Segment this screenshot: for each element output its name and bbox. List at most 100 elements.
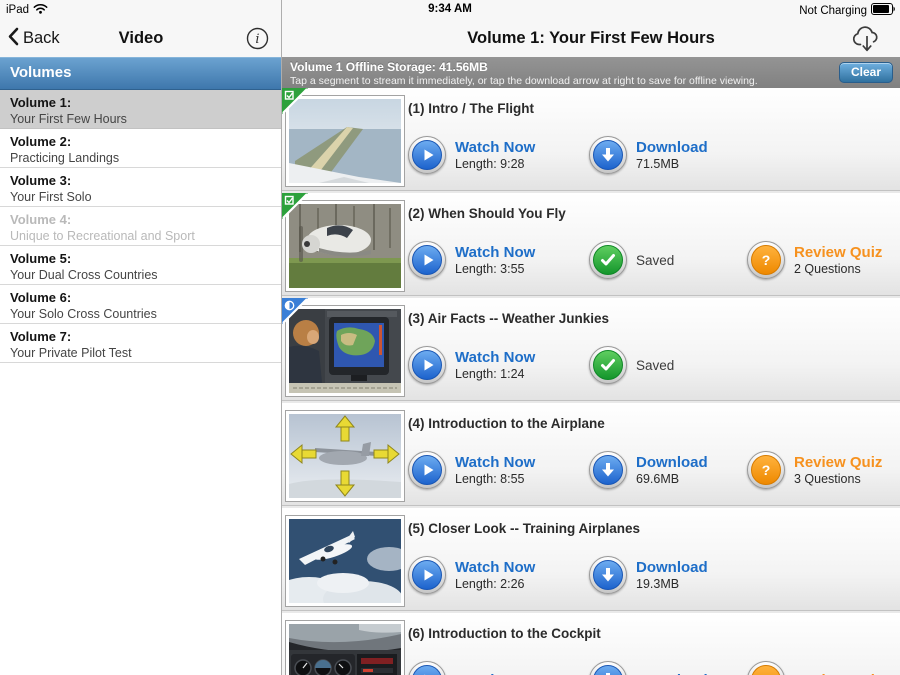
sidebar-item-volume-3[interactable]: Volume 3: Your First Solo (0, 168, 281, 207)
svg-text:i: i (255, 32, 259, 47)
quiz-label: Review Quiz (794, 454, 882, 471)
segment-title: (5) Closer Look -- Training Airplanes (408, 521, 640, 536)
segment-list: (1) Intro / The Flight Watch Now Length:… (282, 88, 900, 675)
clear-button[interactable]: Clear (839, 62, 893, 83)
back-chevron-icon (8, 27, 19, 51)
downloaded-badge (282, 193, 308, 224)
volume-item-title: Volume 5: (10, 251, 271, 266)
sidebar-item-volume-7[interactable]: Volume 7: Your Private Pilot Test (0, 324, 281, 363)
quiz-label: Review Quiz (794, 244, 882, 261)
sidebar-item-volume-5[interactable]: Volume 5: Your Dual Cross Countries (0, 246, 281, 285)
check-icon (589, 241, 627, 279)
watch-now-button[interactable]: Watch Now Length: 1:24 (408, 346, 589, 384)
watch-now-button[interactable]: Watch Now Length: 9:28 (408, 136, 589, 174)
review-quiz-button[interactable]: ? Review Quiz 2 Questions (747, 241, 882, 279)
airplane-axes-thumbnail (286, 411, 404, 501)
watch-sublabel: Length: 9:28 (455, 157, 535, 171)
left-nav-bar: Back Video i (0, 20, 282, 57)
download-button[interactable]: Download 69.6MB (589, 451, 747, 489)
sidebar-item-volume-1[interactable]: Volume 1: Your First Few Hours (0, 90, 281, 129)
download-icon (589, 661, 627, 675)
volume-item-title: Volume 4: (10, 212, 271, 227)
saved-label: Saved (636, 253, 674, 268)
watch-label: Watch Now (455, 672, 535, 675)
question-icon: ? (747, 661, 785, 675)
download-label: Download (636, 672, 708, 675)
watch-sublabel: Length: 3:55 (455, 262, 535, 276)
segment-title: (1) Intro / The Flight (408, 101, 534, 116)
download-icon (589, 136, 627, 174)
watch-label: Watch Now (455, 349, 535, 366)
offline-storage-title: Volume 1 Offline Storage: 41.56MB (290, 60, 488, 74)
volume-item-subtitle: Unique to Recreational and Sport (10, 229, 271, 243)
download-icon (589, 451, 627, 489)
play-icon (408, 241, 446, 279)
quiz-sublabel: 3 Questions (794, 472, 882, 486)
download-label: Download (636, 559, 708, 576)
volume-item-subtitle: Your Private Pilot Test (10, 346, 271, 360)
clock: 9:34 AM (0, 3, 900, 15)
volume-list: Volume 1: Your First Few Hours Volume 2:… (0, 90, 281, 363)
right-nav-bar: Volume 1: Your First Few Hours (282, 20, 900, 57)
quiz-sublabel: 2 Questions (794, 262, 882, 276)
status-bar: iPad 9:34 AM Not Charging (0, 0, 900, 20)
volume-item-subtitle: Your Solo Cross Countries (10, 307, 271, 321)
download-sublabel: 71.5MB (636, 157, 708, 171)
check-icon (589, 346, 627, 384)
volumes-header: Volumes (0, 57, 281, 90)
battery-icon (871, 3, 896, 18)
cloud-download-button[interactable] (850, 24, 884, 59)
watch-now-button[interactable]: Watch Now Length: 3:55 (408, 241, 589, 279)
sidebar-item-volume-2[interactable]: Volume 2: Practicing Landings (0, 129, 281, 168)
volume-item-title: Volume 2: (10, 134, 271, 149)
quiz-label: Review Quiz (794, 672, 882, 675)
download-label: Download (636, 454, 708, 471)
review-quiz-button[interactable]: ? Review Quiz (747, 661, 882, 675)
download-button[interactable]: Download 71.5MB (589, 136, 747, 174)
info-button[interactable]: i (246, 27, 269, 50)
volume-page-title: Volume 1: Your First Few Hours (282, 20, 900, 57)
question-icon: ? (747, 451, 785, 489)
play-icon (408, 136, 446, 174)
saved-indicator: Saved (589, 346, 747, 384)
downloaded-badge (282, 88, 308, 119)
download-button[interactable]: Download 19.3MB (589, 556, 747, 594)
play-icon (408, 661, 446, 675)
offline-storage-bar: Volume 1 Offline Storage: 41.56MB Tap a … (282, 57, 900, 88)
volume-item-subtitle: Practicing Landings (10, 151, 271, 165)
segment-title: (6) Introduction to the Cockpit (408, 626, 601, 641)
download-sublabel: 69.6MB (636, 472, 708, 486)
segment-row[interactable]: (2) When Should You Fly Watch Now Length… (282, 193, 900, 296)
watch-now-button[interactable]: Watch Now Length: 2:26 (408, 556, 589, 594)
volume-item-subtitle: Your First Solo (10, 190, 271, 204)
volume-item-subtitle: Your First Few Hours (10, 112, 271, 126)
segment-title: (4) Introduction to the Airplane (408, 416, 605, 431)
play-icon (408, 556, 446, 594)
segment-row[interactable]: (6) Introduction to the Cockpit Watch No… (282, 613, 900, 675)
cockpit-panel-thumbnail (286, 621, 404, 675)
watch-sublabel: Length: 2:26 (455, 577, 535, 591)
sidebar-item-volume-4: Volume 4: Unique to Recreational and Spo… (0, 207, 281, 246)
segment-row[interactable]: (4) Introduction to the Airplane Watch N… (282, 403, 900, 506)
segment-title: (3) Air Facts -- Weather Junkies (408, 311, 609, 326)
airplane-flight-thumbnail (286, 516, 404, 606)
back-button[interactable]: Back (8, 20, 60, 57)
watch-now-button[interactable]: Watch Now (408, 661, 589, 675)
watch-now-button[interactable]: Watch Now Length: 8:55 (408, 451, 589, 489)
volume-item-title: Volume 1: (10, 95, 271, 110)
volume-item-title: Volume 6: (10, 290, 271, 305)
volume-item-subtitle: Your Dual Cross Countries (10, 268, 271, 282)
download-button[interactable]: Download (589, 661, 747, 675)
pane-divider (281, 0, 282, 675)
volume-item-title: Volume 7: (10, 329, 271, 344)
segment-row[interactable]: (5) Closer Look -- Training Airplanes Wa… (282, 508, 900, 611)
info-icon: i (246, 27, 269, 50)
watch-sublabel: Length: 1:24 (455, 367, 535, 381)
segment-row[interactable]: (3) Air Facts -- Weather Junkies Watch N… (282, 298, 900, 401)
download-label: Download (636, 139, 708, 156)
volumes-sidebar: Volumes Volume 1: Your First Few Hours V… (0, 57, 281, 675)
segment-row[interactable]: (1) Intro / The Flight Watch Now Length:… (282, 88, 900, 191)
sidebar-item-volume-6[interactable]: Volume 6: Your Solo Cross Countries (0, 285, 281, 324)
review-quiz-button[interactable]: ? Review Quiz 3 Questions (747, 451, 882, 489)
volume-item-title: Volume 3: (10, 173, 271, 188)
